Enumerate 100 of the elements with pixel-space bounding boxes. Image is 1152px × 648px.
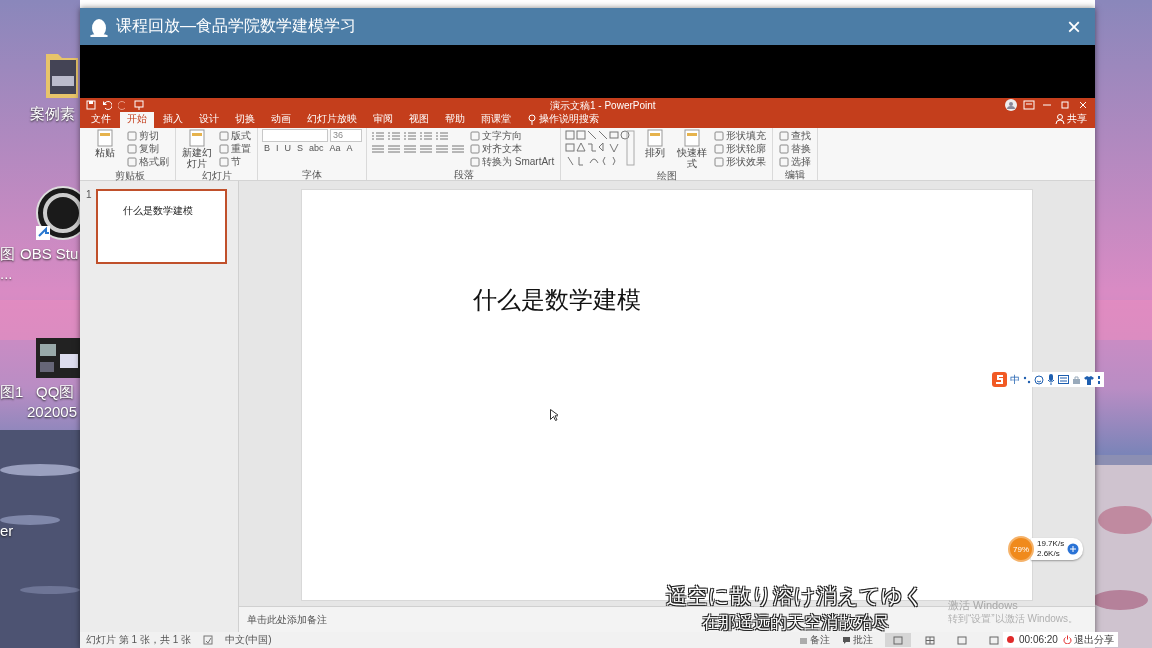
format-button[interactable]: U <box>282 143 294 154</box>
align-icon[interactable] <box>451 143 465 154</box>
close-icon[interactable] <box>1077 100 1089 110</box>
notes-button[interactable]: 备注 <box>799 633 830 647</box>
group-label: 字体 <box>301 169 323 180</box>
ribbon-tab[interactable]: 文件 <box>84 111 118 128</box>
smiley-icon[interactable] <box>1034 374 1044 385</box>
square-icon <box>127 130 137 141</box>
slide-thumbnail[interactable]: 什么是数学建模 <box>95 189 227 264</box>
square-icon <box>714 143 725 154</box>
ribbon-button[interactable]: 查找 <box>777 129 814 142</box>
format-button[interactable]: I <box>274 143 281 154</box>
font-name-field[interactable] <box>262 129 328 142</box>
format-button[interactable]: abc <box>307 143 326 154</box>
list-icon[interactable] <box>435 130 449 141</box>
group-label: 幻灯片 <box>200 170 233 181</box>
share-button[interactable]: 共享 <box>1051 112 1091 128</box>
format-button[interactable]: Aa <box>327 143 343 154</box>
list-icon[interactable] <box>419 130 433 141</box>
presentation-icon[interactable] <box>134 100 144 110</box>
ribbon-button[interactable]: 新建幻灯片 <box>180 129 214 170</box>
list-icon[interactable] <box>403 130 417 141</box>
align-icon[interactable] <box>435 143 449 154</box>
shirt-icon[interactable] <box>1084 374 1094 385</box>
ribbon-button[interactable]: 排列 <box>638 129 673 170</box>
microphone-icon[interactable] <box>1047 374 1055 385</box>
ribbon-button[interactable]: 形状填充 <box>712 129 769 142</box>
keyboard-icon[interactable] <box>1058 375 1069 384</box>
subtitle: 在那遥远的天空消散殆尽 <box>702 612 889 634</box>
view-icon <box>925 635 935 645</box>
square-icon <box>219 130 229 141</box>
shape-gallery[interactable] <box>565 129 636 167</box>
ribbon-button[interactable]: 转换为 SmartArt <box>468 155 557 168</box>
square-icon <box>779 156 790 167</box>
activation-title: 激活 Windows <box>948 598 1018 613</box>
lightbulb-icon <box>528 113 536 125</box>
align-icon[interactable] <box>419 143 433 154</box>
ribbon-button[interactable]: 替换 <box>777 142 814 155</box>
square-icon <box>779 143 790 154</box>
ribbon-button[interactable]: 对齐文本 <box>468 142 557 155</box>
ribbon-button[interactable]: 选择 <box>777 155 814 168</box>
boost-icon[interactable] <box>1067 543 1080 555</box>
ribbon-button[interactable]: 形状效果 <box>712 155 769 168</box>
ribbon-button[interactable]: 节 <box>217 155 253 168</box>
person-icon <box>1055 114 1065 124</box>
save-icon[interactable] <box>86 100 96 110</box>
ribbon-button[interactable]: 粘贴 <box>88 129 122 170</box>
font-size-field[interactable]: 36 <box>330 129 362 142</box>
square-icon <box>779 130 790 141</box>
format-button[interactable]: A <box>344 143 355 154</box>
square-icon <box>470 143 480 154</box>
user-avatar-icon[interactable] <box>1005 99 1017 111</box>
group-label: 绘图 <box>655 170 678 181</box>
language: 中文(中国) <box>225 633 272 647</box>
ime-mode[interactable]: 中 <box>1010 372 1020 387</box>
format-button[interactable]: S <box>295 143 306 154</box>
tell-me-search[interactable]: 操作说明搜索 <box>528 112 599 128</box>
square-icon <box>127 156 137 167</box>
ribbon-tab[interactable]: 插入 <box>156 111 190 128</box>
ribbon-button[interactable]: 版式 <box>217 129 253 142</box>
ribbon-tab[interactable]: 幻灯片放映 <box>300 111 364 128</box>
close-button[interactable]: × <box>1063 14 1085 39</box>
ribbon-tab[interactable]: 视图 <box>402 111 436 128</box>
maximize-icon[interactable] <box>1059 100 1071 110</box>
align-icon[interactable] <box>371 143 385 154</box>
format-button[interactable]: B <box>262 143 272 154</box>
square-icon <box>470 156 480 167</box>
ribbon-button[interactable]: 形状轮廓 <box>712 142 769 155</box>
list-icon[interactable] <box>387 130 401 141</box>
ribbon-button[interactable]: 复制 <box>125 142 171 155</box>
grip-icon[interactable] <box>1097 374 1101 385</box>
ribbon-display-icon[interactable] <box>1023 100 1035 110</box>
square-icon <box>470 130 480 141</box>
power-icon <box>1062 635 1072 644</box>
ribbon-button[interactable]: 重置 <box>217 142 253 155</box>
undo-icon[interactable] <box>102 100 112 110</box>
tell-me-text: 操作说明搜索 <box>539 112 599 126</box>
group-label: 段落 <box>452 169 475 180</box>
ribbon-tab[interactable]: 审阅 <box>366 111 400 128</box>
comments-button[interactable]: 批注 <box>842 633 873 647</box>
punctuation-icon[interactable] <box>1023 374 1031 385</box>
ribbon-button[interactable]: 剪切 <box>125 129 171 142</box>
ribbon-button[interactable]: 快速样式 <box>675 129 710 170</box>
redo-icon[interactable] <box>118 100 128 110</box>
ribbon-tab[interactable]: 雨课堂 <box>474 111 518 128</box>
thumbnail-title: 什么是数学建模 <box>122 205 193 216</box>
comment-icon <box>842 635 851 645</box>
ribbon-tab[interactable]: 切换 <box>228 111 262 128</box>
align-icon[interactable] <box>387 143 401 154</box>
recording-time: 00:06:20 <box>1019 634 1058 645</box>
view-button[interactable] <box>885 633 911 647</box>
ribbon-tab[interactable]: 动画 <box>264 111 298 128</box>
ribbon-tab[interactable]: 设计 <box>192 111 226 128</box>
align-icon[interactable] <box>403 143 417 154</box>
ribbon-button[interactable]: 文字方向 <box>468 129 557 142</box>
ribbon-button[interactable]: 格式刷 <box>125 155 171 168</box>
notes-field[interactable]: 单击此处添加备注 <box>245 613 449 626</box>
exit-share-button[interactable]: 退出分享 <box>1062 632 1114 647</box>
list-icon[interactable] <box>371 130 385 141</box>
ribbon-tab[interactable]: 帮助 <box>438 111 472 128</box>
